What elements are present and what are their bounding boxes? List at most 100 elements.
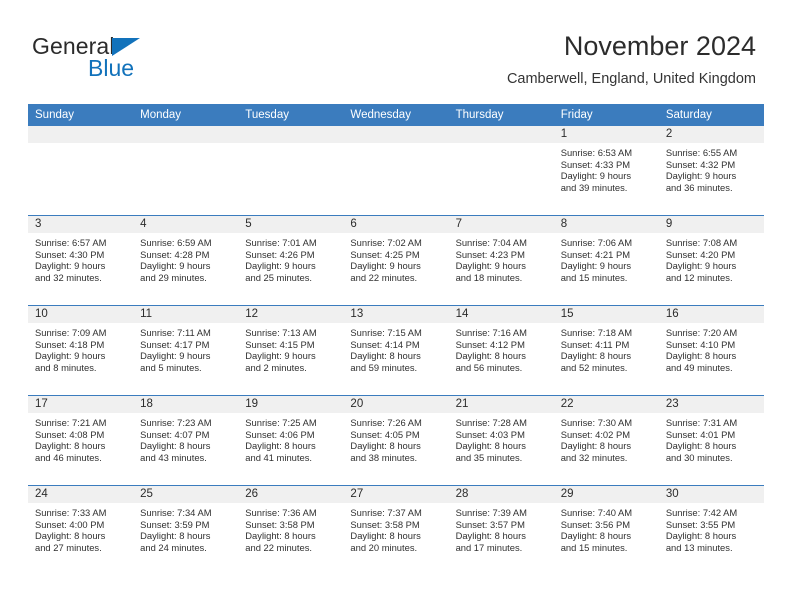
- calendar-day-cell[interactable]: 3 Sunrise: 6:57 AM Sunset: 4:30 PM Daylig…: [28, 215, 134, 306]
- calendar-cell-empty: [238, 126, 344, 216]
- calendar-day-cell[interactable]: 29 Sunrise: 7:40 AM Sunset: 3:56 PM Dayli…: [553, 485, 659, 575]
- calendar-cell-inner: 12 Sunrise: 7:13 AM Sunset: 4:15 PM Dayli…: [238, 306, 344, 395]
- sun-times-details: Sunrise: 7:28 AM Sunset: 4:03 PM Dayligh…: [455, 417, 527, 463]
- day-number: [343, 126, 449, 143]
- calendar-day-cell[interactable]: 5 Sunrise: 7:01 AM Sunset: 4:26 PM Daylig…: [238, 215, 344, 306]
- day-number: 22: [553, 396, 659, 413]
- day-number: 13: [343, 306, 449, 323]
- calendar-day-cell[interactable]: 6 Sunrise: 7:02 AM Sunset: 4:25 PM Daylig…: [343, 215, 449, 306]
- calendar-day-cell[interactable]: 18 Sunrise: 7:23 AM Sunset: 4:07 PM Dayli…: [133, 395, 239, 486]
- sun-times-details: Sunrise: 7:06 AM Sunset: 4:21 PM Dayligh…: [560, 237, 633, 283]
- calendar-day-cell[interactable]: 14 Sunrise: 7:16 AM Sunset: 4:12 PM Dayli…: [448, 305, 554, 396]
- day-number: 21: [448, 396, 554, 413]
- calendar-table: Sunday Monday Tuesday Wednesday Thursday…: [28, 104, 764, 575]
- calendar-day-cell[interactable]: 1 Sunrise: 6:53 AM Sunset: 4:33 PM Daylig…: [553, 126, 659, 216]
- calendar-cell-inner: 18 Sunrise: 7:23 AM Sunset: 4:07 PM Dayli…: [133, 396, 239, 485]
- calendar-day-cell[interactable]: 25 Sunrise: 7:34 AM Sunset: 3:59 PM Dayli…: [133, 485, 239, 575]
- brand-logo[interactable]: General Blue: [32, 34, 272, 90]
- sun-times-details: Sunrise: 7:09 AM Sunset: 4:18 PM Dayligh…: [35, 327, 107, 373]
- calendar-cell-inner: 17 Sunrise: 7:21 AM Sunset: 4:08 PM Dayli…: [28, 396, 134, 485]
- sun-times-details: Sunrise: 7:26 AM Sunset: 4:05 PM Dayligh…: [350, 417, 422, 463]
- calendar-day-cell[interactable]: 17 Sunrise: 7:21 AM Sunset: 4:08 PM Dayli…: [28, 395, 134, 486]
- day-number: 9: [658, 216, 764, 233]
- weekday-header-monday: Monday: [133, 104, 239, 126]
- calendar-cell-inner: [28, 126, 134, 215]
- calendar-cell-inner: 3 Sunrise: 6:57 AM Sunset: 4:30 PM Daylig…: [28, 216, 134, 305]
- calendar-cell-inner: [448, 126, 554, 215]
- page-subtitle: Camberwell, England, United Kingdom: [506, 71, 756, 87]
- calendar-day-cell[interactable]: 20 Sunrise: 7:26 AM Sunset: 4:05 PM Dayli…: [343, 395, 449, 486]
- calendar-day-cell[interactable]: 15 Sunrise: 7:18 AM Sunset: 4:11 PM Dayli…: [553, 305, 659, 396]
- weekday-header-sunday: Sunday: [28, 104, 134, 126]
- day-number: 27: [343, 486, 449, 503]
- day-number: 26: [238, 486, 344, 503]
- sun-times-details: Sunrise: 7:39 AM Sunset: 3:57 PM Dayligh…: [455, 507, 527, 553]
- calendar-cell-inner: 28 Sunrise: 7:39 AM Sunset: 3:57 PM Dayli…: [448, 486, 554, 575]
- calendar-day-cell[interactable]: 2 Sunrise: 6:55 AM Sunset: 4:32 PM Daylig…: [658, 126, 764, 216]
- calendar-cell-empty: [343, 126, 449, 216]
- day-number: [448, 126, 554, 143]
- calendar-cell-inner: 1 Sunrise: 6:53 AM Sunset: 4:33 PM Daylig…: [553, 126, 659, 215]
- calendar-day-cell[interactable]: 24 Sunrise: 7:33 AM Sunset: 4:00 PM Dayli…: [28, 485, 134, 575]
- sun-times-details: Sunrise: 7:33 AM Sunset: 4:00 PM Dayligh…: [35, 507, 107, 553]
- day-number: 18: [133, 396, 239, 413]
- calendar-day-cell[interactable]: 23 Sunrise: 7:31 AM Sunset: 4:01 PM Dayli…: [658, 395, 764, 486]
- calendar-cell-empty: [28, 126, 134, 216]
- calendar-day-cell[interactable]: 4 Sunrise: 6:59 AM Sunset: 4:28 PM Daylig…: [133, 215, 239, 306]
- weekday-header-row: Sunday Monday Tuesday Wednesday Thursday…: [28, 104, 764, 126]
- sun-times-details: Sunrise: 7:25 AM Sunset: 4:06 PM Dayligh…: [245, 417, 317, 463]
- sun-times-details: Sunrise: 7:15 AM Sunset: 4:14 PM Dayligh…: [350, 327, 422, 373]
- calendar-cell-inner: 21 Sunrise: 7:28 AM Sunset: 4:03 PM Dayli…: [448, 396, 554, 485]
- calendar-day-cell[interactable]: 12 Sunrise: 7:13 AM Sunset: 4:15 PM Dayli…: [238, 305, 344, 396]
- day-number: [238, 126, 344, 143]
- day-number: 24: [28, 486, 134, 503]
- sun-times-details: Sunrise: 7:08 AM Sunset: 4:20 PM Dayligh…: [665, 237, 738, 283]
- calendar-day-cell[interactable]: 13 Sunrise: 7:15 AM Sunset: 4:14 PM Dayli…: [343, 305, 449, 396]
- calendar-day-cell[interactable]: 10 Sunrise: 7:09 AM Sunset: 4:18 PM Dayli…: [28, 305, 134, 396]
- sun-times-details: Sunrise: 6:53 AM Sunset: 4:33 PM Dayligh…: [560, 147, 633, 193]
- calendar-day-cell[interactable]: 21 Sunrise: 7:28 AM Sunset: 4:03 PM Dayli…: [448, 395, 554, 486]
- calendar-day-cell[interactable]: 16 Sunrise: 7:20 AM Sunset: 4:10 PM Dayli…: [658, 305, 764, 396]
- calendar-cell-inner: 25 Sunrise: 7:34 AM Sunset: 3:59 PM Dayli…: [133, 486, 239, 575]
- day-number: 15: [553, 306, 659, 323]
- day-number: [133, 126, 239, 143]
- calendar-day-cell[interactable]: 27 Sunrise: 7:37 AM Sunset: 3:58 PM Dayli…: [343, 485, 449, 575]
- day-number: 28: [448, 486, 554, 503]
- sun-times-details: Sunrise: 7:11 AM Sunset: 4:17 PM Dayligh…: [140, 327, 211, 373]
- weekday-header-tuesday: Tuesday: [238, 104, 344, 126]
- calendar-day-cell[interactable]: 22 Sunrise: 7:30 AM Sunset: 4:02 PM Dayli…: [553, 395, 659, 486]
- sun-times-details: [343, 143, 448, 147]
- calendar-day-cell[interactable]: 28 Sunrise: 7:39 AM Sunset: 3:57 PM Dayli…: [448, 485, 554, 575]
- page-header: General Blue November 2024 Camberwell, E…: [0, 0, 792, 100]
- day-number: 12: [238, 306, 344, 323]
- calendar-cell-inner: 6 Sunrise: 7:02 AM Sunset: 4:25 PM Daylig…: [343, 216, 449, 305]
- calendar-day-cell[interactable]: 8 Sunrise: 7:06 AM Sunset: 4:21 PM Daylig…: [553, 215, 659, 306]
- calendar-cell-inner: 16 Sunrise: 7:20 AM Sunset: 4:10 PM Dayli…: [658, 306, 764, 395]
- day-number: 8: [553, 216, 659, 233]
- calendar-cell-inner: 24 Sunrise: 7:33 AM Sunset: 4:00 PM Dayli…: [28, 486, 134, 575]
- weekday-header-wednesday: Wednesday: [343, 104, 449, 126]
- calendar-body: 1 Sunrise: 6:53 AM Sunset: 4:33 PM Daylig…: [28, 126, 764, 575]
- calendar-cell-inner: 13 Sunrise: 7:15 AM Sunset: 4:14 PM Dayli…: [343, 306, 449, 395]
- day-number: 1: [553, 126, 659, 143]
- calendar-cell-inner: 27 Sunrise: 7:37 AM Sunset: 3:58 PM Dayli…: [343, 486, 449, 575]
- sun-times-details: Sunrise: 7:30 AM Sunset: 4:02 PM Dayligh…: [560, 417, 633, 463]
- sun-times-details: Sunrise: 6:59 AM Sunset: 4:28 PM Dayligh…: [140, 237, 212, 283]
- day-number: 6: [343, 216, 449, 233]
- calendar-day-cell[interactable]: 11 Sunrise: 7:11 AM Sunset: 4:17 PM Dayli…: [133, 305, 239, 396]
- calendar-day-cell[interactable]: 9 Sunrise: 7:08 AM Sunset: 4:20 PM Daylig…: [658, 215, 764, 306]
- calendar-page: General Blue November 2024 Camberwell, E…: [0, 0, 792, 612]
- sun-times-details: [449, 143, 554, 147]
- calendar-cell-inner: [238, 126, 344, 215]
- calendar-cell-inner: 2 Sunrise: 6:55 AM Sunset: 4:32 PM Daylig…: [658, 126, 764, 215]
- calendar-week-row: 17 Sunrise: 7:21 AM Sunset: 4:08 PM Dayli…: [28, 395, 764, 486]
- day-number: 17: [28, 396, 134, 413]
- calendar-cell-inner: 8 Sunrise: 7:06 AM Sunset: 4:21 PM Daylig…: [553, 216, 659, 305]
- calendar-day-cell[interactable]: 7 Sunrise: 7:04 AM Sunset: 4:23 PM Daylig…: [448, 215, 554, 306]
- calendar-day-cell[interactable]: 30 Sunrise: 7:42 AM Sunset: 3:55 PM Dayli…: [658, 485, 764, 575]
- sun-times-details: Sunrise: 7:13 AM Sunset: 4:15 PM Dayligh…: [245, 327, 317, 373]
- calendar-cell-inner: 11 Sunrise: 7:11 AM Sunset: 4:17 PM Dayli…: [133, 306, 239, 395]
- calendar-day-cell[interactable]: 26 Sunrise: 7:36 AM Sunset: 3:58 PM Dayli…: [238, 485, 344, 575]
- sun-times-details: Sunrise: 6:57 AM Sunset: 4:30 PM Dayligh…: [35, 237, 107, 283]
- calendar-day-cell[interactable]: 19 Sunrise: 7:25 AM Sunset: 4:06 PM Dayli…: [238, 395, 344, 486]
